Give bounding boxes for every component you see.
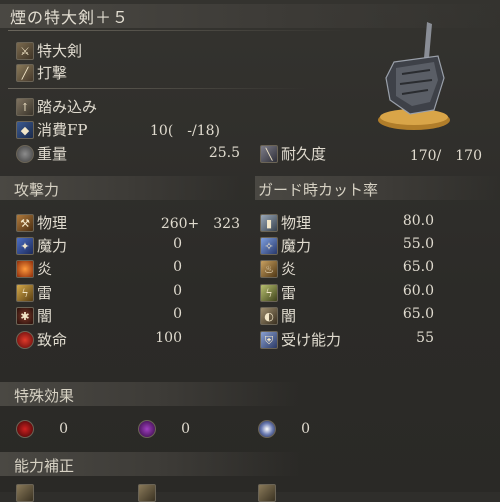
- frost-value: 0: [301, 421, 310, 437]
- fp-label: 消費FP: [37, 121, 88, 139]
- weapon-image: [378, 22, 450, 130]
- divider: [8, 30, 348, 31]
- guard-row-label: 闇: [281, 307, 297, 325]
- attack-row-value: 0: [173, 259, 182, 275]
- guard-row-value: 80.0: [402, 213, 434, 229]
- attack-row-label: 闇: [37, 307, 53, 325]
- magic-attack-icon: ✦: [16, 237, 34, 255]
- dexterity-scaling-icon: [138, 484, 156, 502]
- physical-guard-icon: ▮: [260, 214, 278, 232]
- attack-row-label: 魔力: [37, 237, 68, 255]
- skill-icon: ↑: [16, 98, 34, 116]
- attack-row-label: 物理: [37, 214, 68, 232]
- weapon-type-label: 特大剣: [37, 42, 83, 60]
- bleed-value: 0: [59, 421, 68, 437]
- fire-attack-icon: [16, 260, 34, 278]
- skill-label: 踏み込み: [37, 98, 98, 116]
- guard-row-value: 55.0: [402, 236, 434, 252]
- durability-icon: ╲: [260, 145, 278, 163]
- dark-attack-icon: ✱: [16, 307, 34, 325]
- lightning-guard-icon: ϟ: [260, 284, 278, 302]
- attack-type-icon: ╱: [16, 64, 34, 82]
- attack-row-value: 0: [173, 283, 182, 299]
- frost-icon: [258, 420, 276, 438]
- intelligence-scaling-icon: [258, 484, 276, 502]
- guard-row-label: 受け能力: [281, 331, 342, 349]
- special-header: 特殊効果: [14, 387, 75, 405]
- lightning-attack-icon: ϟ: [16, 284, 34, 302]
- guard-row-value: 65.0: [402, 306, 434, 322]
- guard-row-label: 炎: [281, 260, 297, 278]
- weapon-title: 煙の特大剣＋５: [10, 8, 130, 27]
- scaling-header: 能力補正: [14, 457, 75, 475]
- guard-row-value: 55: [416, 330, 434, 346]
- durability-label: 耐久度: [281, 145, 327, 163]
- weight-label: 重量: [37, 145, 68, 163]
- attack-row-value: 0: [173, 236, 182, 252]
- weapon-detail-panel: 煙の特大剣＋５ ⚔ 特大剣 ╱ 打撃 ↑ 踏み込み ◆ 消費FP 10( -/1…: [0, 0, 500, 502]
- magic-guard-icon: ✧: [260, 237, 278, 255]
- guard-row-label: 雷: [281, 284, 297, 302]
- critical-icon: [16, 331, 34, 349]
- attack-row-label: 炎: [37, 260, 53, 278]
- guard-row-label: 物理: [281, 214, 312, 232]
- attack-type-label: 打撃: [37, 64, 68, 82]
- durability-value: 170/ 170: [409, 148, 482, 164]
- guard-row-label: 魔力: [281, 237, 312, 255]
- guard-row-value: 65.0: [402, 259, 434, 275]
- attack-row-label: 雷: [37, 284, 53, 302]
- bleed-icon: [16, 420, 34, 438]
- dark-guard-icon: ◐: [260, 307, 278, 325]
- attack-row-value: 0: [173, 306, 182, 322]
- guard-row-value: 60.0: [402, 283, 434, 299]
- divider: [8, 88, 308, 89]
- attack-row-label: 致命: [37, 331, 68, 349]
- poison-icon: [138, 420, 156, 438]
- weight-icon: [16, 145, 34, 163]
- attack-header: 攻撃力: [14, 181, 60, 199]
- weight-value: 25.5: [208, 145, 240, 161]
- stability-icon: ⛨: [260, 331, 278, 349]
- guard-header: ガード時カット率: [258, 181, 379, 199]
- fire-guard-icon: ♨: [260, 260, 278, 278]
- fp-value: 10( -/18): [150, 123, 220, 139]
- weapon-type-icon: ⚔: [16, 42, 34, 60]
- poison-value: 0: [181, 421, 190, 437]
- fp-icon: ◆: [16, 121, 34, 139]
- strength-scaling-icon: [16, 484, 34, 502]
- attack-row-value: 100: [155, 330, 182, 346]
- attack-row-value: 260+ 323: [160, 216, 240, 232]
- physical-attack-icon: ⚒: [16, 214, 34, 232]
